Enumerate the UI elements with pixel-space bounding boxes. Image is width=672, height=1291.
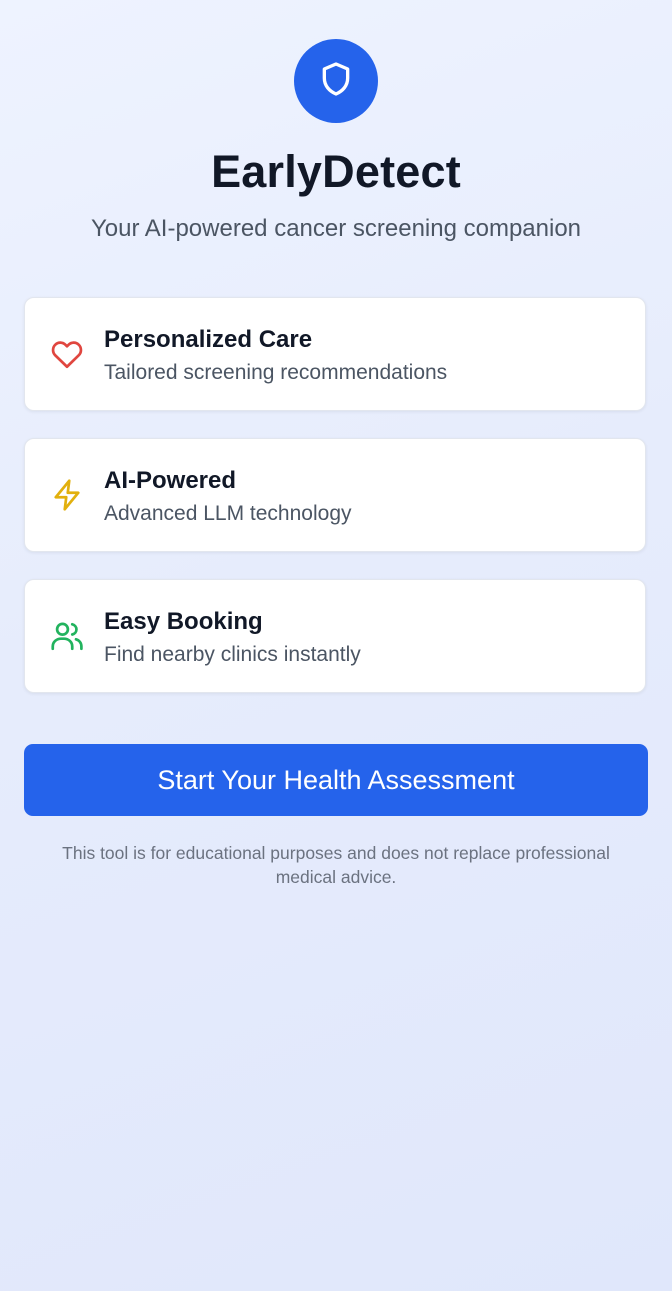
feature-description: Tailored screening recommendations — [104, 361, 448, 384]
shield-icon — [316, 59, 356, 104]
feature-title: Easy Booking — [104, 608, 263, 635]
app-title: EarlyDetect — [211, 146, 461, 197]
welcome-screen: EarlyDetect Your AI-powered cancer scree… — [0, 0, 672, 1291]
feature-description: Advanced LLM technology — [104, 502, 352, 525]
feature-card-personalized-care: Personalized Care Tailored screening rec… — [24, 297, 646, 411]
feature-title: AI-Powered — [104, 467, 237, 494]
feature-title: Personalized Care — [104, 326, 313, 353]
disclaimer-text: This tool is for educational purposes an… — [62, 843, 610, 887]
feature-card-easy-booking: Easy Booking Find nearby clinics instant… — [24, 579, 646, 693]
lightning-bolt-icon — [49, 477, 85, 513]
feature-description: Find nearby clinics instantly — [104, 643, 361, 666]
start-assessment-button[interactable]: Start Your Health Assessment — [24, 744, 648, 816]
heart-icon — [49, 336, 85, 372]
app-tagline: Your AI-powered cancer screening compani… — [90, 215, 582, 242]
app-logo — [294, 39, 378, 123]
feature-card-ai-powered: AI-Powered Advanced LLM technology — [24, 438, 646, 552]
users-icon — [49, 618, 85, 654]
